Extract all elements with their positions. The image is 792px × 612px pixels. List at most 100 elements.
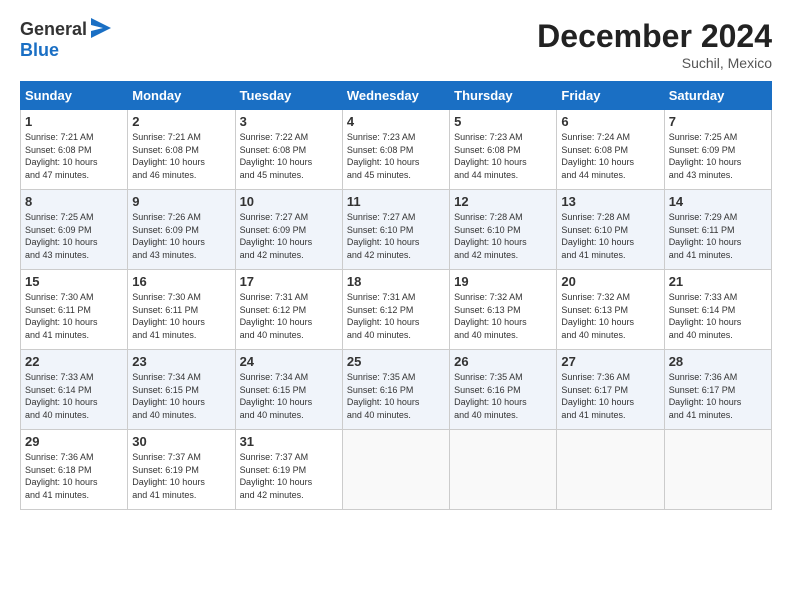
day-info: Sunrise: 7:32 AM Sunset: 6:13 PM Dayligh… — [454, 291, 552, 341]
day-number: 28 — [669, 354, 767, 369]
table-row: 27 Sunrise: 7:36 AM Sunset: 6:17 PM Dayli… — [557, 350, 664, 430]
day-number: 3 — [240, 114, 338, 129]
day-number: 23 — [132, 354, 230, 369]
table-row: 25 Sunrise: 7:35 AM Sunset: 6:16 PM Dayli… — [342, 350, 449, 430]
day-number: 18 — [347, 274, 445, 289]
day-info: Sunrise: 7:27 AM Sunset: 6:09 PM Dayligh… — [240, 211, 338, 261]
day-number: 29 — [25, 434, 123, 449]
table-row — [557, 430, 664, 510]
day-number: 27 — [561, 354, 659, 369]
day-info: Sunrise: 7:27 AM Sunset: 6:10 PM Dayligh… — [347, 211, 445, 261]
calendar-header-row: Sunday Monday Tuesday Wednesday Thursday… — [21, 82, 772, 110]
day-number: 10 — [240, 194, 338, 209]
col-sunday: Sunday — [21, 82, 128, 110]
table-row — [664, 430, 771, 510]
table-row: 20 Sunrise: 7:32 AM Sunset: 6:13 PM Dayli… — [557, 270, 664, 350]
table-row: 1Sunrise: 7:21 AM Sunset: 6:08 PM Daylig… — [21, 110, 128, 190]
table-row: 16 Sunrise: 7:30 AM Sunset: 6:11 PM Dayli… — [128, 270, 235, 350]
day-number: 6 — [561, 114, 659, 129]
day-info: Sunrise: 7:31 AM Sunset: 6:12 PM Dayligh… — [347, 291, 445, 341]
day-number: 2 — [132, 114, 230, 129]
table-row: 31Sunrise: 7:37 AM Sunset: 6:19 PM Dayli… — [235, 430, 342, 510]
day-info: Sunrise: 7:30 AM Sunset: 6:11 PM Dayligh… — [132, 291, 230, 341]
main-title: December 2024 — [537, 18, 772, 55]
col-thursday: Thursday — [450, 82, 557, 110]
calendar: Sunday Monday Tuesday Wednesday Thursday… — [20, 81, 772, 510]
day-number: 11 — [347, 194, 445, 209]
day-info: Sunrise: 7:36 AM Sunset: 6:17 PM Dayligh… — [669, 371, 767, 421]
logo-general-text: General — [20, 19, 87, 40]
col-monday: Monday — [128, 82, 235, 110]
table-row: 11 Sunrise: 7:27 AM Sunset: 6:10 PM Dayli… — [342, 190, 449, 270]
table-row: 22Sunrise: 7:33 AM Sunset: 6:14 PM Dayli… — [21, 350, 128, 430]
day-number: 26 — [454, 354, 552, 369]
day-number: 31 — [240, 434, 338, 449]
day-number: 25 — [347, 354, 445, 369]
day-number: 13 — [561, 194, 659, 209]
day-info: Sunrise: 7:35 AM Sunset: 6:16 PM Dayligh… — [454, 371, 552, 421]
table-row: 5 Sunrise: 7:23 AM Sunset: 6:08 PM Daylig… — [450, 110, 557, 190]
day-info: Sunrise: 7:21 AM Sunset: 6:08 PM Dayligh… — [25, 131, 123, 181]
day-number: 7 — [669, 114, 767, 129]
day-info: Sunrise: 7:26 AM Sunset: 6:09 PM Dayligh… — [132, 211, 230, 261]
day-info: Sunrise: 7:21 AM Sunset: 6:08 PM Dayligh… — [132, 131, 230, 181]
table-row: 4 Sunrise: 7:23 AM Sunset: 6:08 PM Daylig… — [342, 110, 449, 190]
subtitle: Suchil, Mexico — [537, 55, 772, 71]
day-number: 15 — [25, 274, 123, 289]
table-row: 19 Sunrise: 7:32 AM Sunset: 6:13 PM Dayli… — [450, 270, 557, 350]
day-info: Sunrise: 7:35 AM Sunset: 6:16 PM Dayligh… — [347, 371, 445, 421]
table-row — [342, 430, 449, 510]
table-row: 2 Sunrise: 7:21 AM Sunset: 6:08 PM Daylig… — [128, 110, 235, 190]
logo: General Blue — [20, 18, 111, 61]
table-row: 10 Sunrise: 7:27 AM Sunset: 6:09 PM Dayli… — [235, 190, 342, 270]
day-number: 4 — [347, 114, 445, 129]
title-area: December 2024 Suchil, Mexico — [537, 18, 772, 71]
calendar-week-row: 1Sunrise: 7:21 AM Sunset: 6:08 PM Daylig… — [21, 110, 772, 190]
table-row — [450, 430, 557, 510]
table-row: 28 Sunrise: 7:36 AM Sunset: 6:17 PM Dayli… — [664, 350, 771, 430]
day-info: Sunrise: 7:30 AM Sunset: 6:11 PM Dayligh… — [25, 291, 123, 341]
table-row: 3Sunrise: 7:22 AM Sunset: 6:08 PM Daylig… — [235, 110, 342, 190]
day-number: 9 — [132, 194, 230, 209]
table-row: 6 Sunrise: 7:24 AM Sunset: 6:08 PM Daylig… — [557, 110, 664, 190]
table-row: 14Sunrise: 7:29 AM Sunset: 6:11 PM Dayli… — [664, 190, 771, 270]
day-info: Sunrise: 7:34 AM Sunset: 6:15 PM Dayligh… — [240, 371, 338, 421]
day-number: 8 — [25, 194, 123, 209]
day-info: Sunrise: 7:33 AM Sunset: 6:14 PM Dayligh… — [669, 291, 767, 341]
day-number: 16 — [132, 274, 230, 289]
col-saturday: Saturday — [664, 82, 771, 110]
header: General Blue December 2024 Suchil, Mexic… — [20, 18, 772, 71]
day-info: Sunrise: 7:32 AM Sunset: 6:13 PM Dayligh… — [561, 291, 659, 341]
day-number: 30 — [132, 434, 230, 449]
day-info: Sunrise: 7:24 AM Sunset: 6:08 PM Dayligh… — [561, 131, 659, 181]
day-info: Sunrise: 7:36 AM Sunset: 6:18 PM Dayligh… — [25, 451, 123, 501]
day-number: 20 — [561, 274, 659, 289]
day-number: 5 — [454, 114, 552, 129]
table-row: 21 Sunrise: 7:33 AM Sunset: 6:14 PM Dayli… — [664, 270, 771, 350]
col-wednesday: Wednesday — [342, 82, 449, 110]
day-number: 19 — [454, 274, 552, 289]
table-row: 23 Sunrise: 7:34 AM Sunset: 6:15 PM Dayli… — [128, 350, 235, 430]
day-number: 21 — [669, 274, 767, 289]
calendar-week-row: 15 Sunrise: 7:30 AM Sunset: 6:11 PM Dayli… — [21, 270, 772, 350]
table-row: 7 Sunrise: 7:25 AM Sunset: 6:09 PM Daylig… — [664, 110, 771, 190]
table-row: 30 Sunrise: 7:37 AM Sunset: 6:19 PM Dayli… — [128, 430, 235, 510]
day-number: 17 — [240, 274, 338, 289]
day-info: Sunrise: 7:31 AM Sunset: 6:12 PM Dayligh… — [240, 291, 338, 341]
table-row: 24Sunrise: 7:34 AM Sunset: 6:15 PM Dayli… — [235, 350, 342, 430]
col-tuesday: Tuesday — [235, 82, 342, 110]
table-row: 12Sunrise: 7:28 AM Sunset: 6:10 PM Dayli… — [450, 190, 557, 270]
logo-blue-text: Blue — [20, 40, 59, 61]
table-row: 15 Sunrise: 7:30 AM Sunset: 6:11 PM Dayli… — [21, 270, 128, 350]
day-info: Sunrise: 7:37 AM Sunset: 6:19 PM Dayligh… — [132, 451, 230, 501]
calendar-week-row: 29 Sunrise: 7:36 AM Sunset: 6:18 PM Dayli… — [21, 430, 772, 510]
day-info: Sunrise: 7:23 AM Sunset: 6:08 PM Dayligh… — [454, 131, 552, 181]
day-info: Sunrise: 7:23 AM Sunset: 6:08 PM Dayligh… — [347, 131, 445, 181]
day-info: Sunrise: 7:33 AM Sunset: 6:14 PM Dayligh… — [25, 371, 123, 421]
day-info: Sunrise: 7:36 AM Sunset: 6:17 PM Dayligh… — [561, 371, 659, 421]
col-friday: Friday — [557, 82, 664, 110]
page: General Blue December 2024 Suchil, Mexic… — [0, 0, 792, 612]
table-row: 29 Sunrise: 7:36 AM Sunset: 6:18 PM Dayli… — [21, 430, 128, 510]
day-info: Sunrise: 7:25 AM Sunset: 6:09 PM Dayligh… — [669, 131, 767, 181]
day-info: Sunrise: 7:34 AM Sunset: 6:15 PM Dayligh… — [132, 371, 230, 421]
